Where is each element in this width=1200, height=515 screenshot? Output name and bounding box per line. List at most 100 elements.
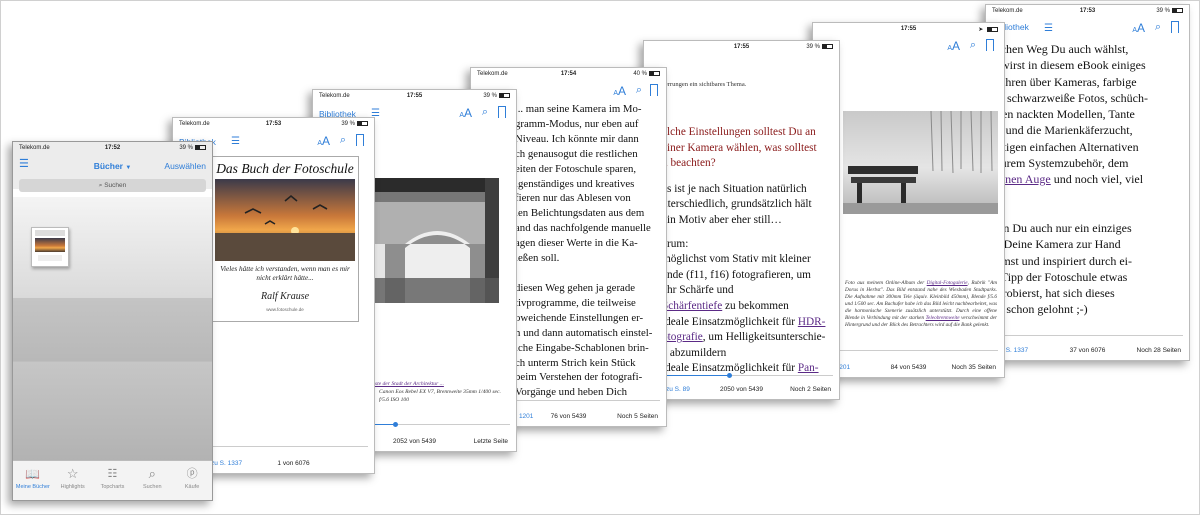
tab-my-books[interactable]: 📖 Meine Bücher (13, 461, 53, 500)
text-line: nterschiedlich, grundsätzlich hält (662, 198, 812, 211)
battery: 39 % (483, 93, 510, 99)
font-size-icon[interactable]: AA (459, 106, 472, 120)
tab-label: Topcharts (100, 484, 125, 490)
tab-bar: 📖 Meine Bücher ☆ Highlights ☷ Topcharts … (13, 460, 212, 500)
ibooks-library: Telekom.de 17:52 39 % ☰ Bücher ▼ Auswähl… (12, 141, 213, 501)
text-line: enn Du auch nur ein einziges (992, 220, 1132, 235)
tab-highlights[interactable]: ☆ Highlights (53, 461, 93, 500)
status-bar: 17:55 ➤ (813, 23, 1004, 37)
question-line: u beachten? (662, 157, 716, 170)
text-line: rfahren über Kameras, farbige (992, 74, 1137, 89)
bookmark-icon[interactable] (986, 39, 994, 54)
search-icon[interactable]: ⌕ (482, 106, 488, 119)
text-line: diesen Weg gehen ja gerade (515, 281, 636, 294)
previous-line: zerrungen ein sichtbares Thema. (662, 81, 747, 88)
tab-purchases[interactable]: ⓟ Käufe (172, 461, 212, 500)
battery: 39 % (1156, 8, 1183, 14)
pages-remaining: Noch 2 Seiten (790, 386, 831, 393)
battery-level: 39 % (1156, 8, 1170, 15)
tab-label: Suchen (142, 484, 162, 490)
hdr-link-cont[interactable]: otografie (662, 331, 703, 343)
bookshelf (13, 197, 212, 462)
tele-link[interactable]: Teleobrennweite (926, 315, 960, 321)
search-icon[interactable]: ⌕ (340, 134, 346, 147)
text-line: rnen nackten Modellen, Tante (992, 107, 1135, 122)
font-size-icon[interactable]: AA (947, 39, 960, 53)
question-line: einer Kamera wählen, was solltest (662, 141, 817, 154)
bookmark-icon[interactable] (650, 84, 658, 99)
ruin-photo (375, 178, 499, 303)
page-scrubber[interactable] (819, 350, 998, 351)
search-icon: ⌕ (98, 182, 103, 189)
bench-photo (843, 111, 998, 214)
page-scrubber[interactable] (207, 446, 368, 447)
text-line: and das nachfolgende manuelle (515, 222, 651, 235)
caption-link[interactable]: Reste der Stadt der Architektur ... (369, 380, 509, 388)
text-line: u wirst in diesem eBook einiges (992, 58, 1146, 73)
list-icon: ☷ (107, 468, 118, 480)
search-icon[interactable]: ⌕ (1155, 21, 1161, 34)
gallery-link[interactable]: Digital-Fotogalerie (927, 280, 968, 286)
book-open-icon: 📖 (25, 467, 41, 481)
text-line: ießen soll. (515, 252, 560, 265)
text-line: arum: (662, 237, 689, 250)
search-input[interactable]: ⌕ Suchen (19, 179, 206, 192)
book-thumbnail[interactable] (31, 227, 69, 267)
page-text: elchen Weg Du auch wählst, u wirst in di… (992, 41, 1188, 318)
text-line: nd schwarzweiße Fotos, schüch- (992, 90, 1148, 105)
text-line: len Belichtungsdaten aus dem (515, 207, 645, 220)
status-bar: Telekom.de 17:55 39 % (313, 90, 516, 104)
photo-caption: Foto aus meinem Online-Album der Digital… (845, 280, 997, 329)
text-line: ehr Schärfe und (662, 284, 734, 297)
pages-remaining: Noch 5 Seiten (617, 413, 658, 420)
schaerfentiefe-link[interactable]: Schärfentiefe (662, 300, 722, 312)
text-line: ch schon gelohnt ;-) (992, 302, 1088, 317)
toc-icon[interactable]: ☰ (231, 137, 240, 147)
bookmark-icon[interactable] (1171, 21, 1179, 36)
pages-remaining: Letzte Seite (473, 438, 508, 445)
tab-topcharts[interactable]: ☷ Topcharts (93, 461, 133, 500)
sunset-photo (215, 179, 355, 261)
text-line: al Deine Kamera zur Hand (992, 237, 1121, 252)
text-line: elchen Weg Du auch wählst, (992, 42, 1129, 56)
clock: 17:55 (900, 26, 917, 32)
tab-label: Käufe (184, 484, 200, 490)
page-scrubber[interactable] (650, 373, 833, 378)
select-button[interactable]: Auswählen (164, 161, 206, 171)
battery-level: 40 % (633, 71, 647, 78)
text-fragment: , um Helligkeitsunterschie- (702, 331, 826, 344)
page-scrubber[interactable] (992, 335, 1183, 336)
text-line: ch unterm Strich kein Stück (515, 356, 636, 369)
bookmark-icon[interactable] (356, 134, 364, 149)
panorama-link[interactable]: Pan- (798, 362, 819, 374)
toc-icon[interactable]: ☰ (1044, 24, 1053, 34)
sunset-illustration (215, 179, 355, 261)
font-size-icon[interactable]: AA (317, 134, 330, 148)
font-size-icon[interactable]: AA (613, 84, 626, 98)
bookmark-icon[interactable] (498, 106, 506, 121)
text-line: Schärfentiefe zu bekommen (662, 299, 839, 315)
text-fragment: zu bekommen (722, 299, 789, 312)
collection-title: Bücher (93, 161, 123, 171)
status-bar: Telekom.de 17:53 39 % (173, 118, 374, 132)
battery-icon (822, 44, 833, 49)
tab-search[interactable]: ⌕ Suchen (132, 461, 172, 500)
search-icon[interactable]: ⌕ (636, 84, 642, 97)
text-line: tivprogramme, die teilweise (515, 296, 636, 309)
hdr-link[interactable]: HDR- (798, 316, 826, 328)
star-icon: ☆ (66, 466, 79, 481)
reader-page-5: 17:55 39 % zerrungen ein sichtbares Them… (643, 40, 840, 400)
text-line: n Tipp der Fotoschule etwas (992, 269, 1128, 284)
text-line: as ist je nach Situation natürlich (662, 182, 807, 195)
search-icon[interactable]: ⌕ (970, 39, 976, 52)
reader-page-7: Telekom.de 17:53 39 % Bibliothek ☰ AA ⌕ … (985, 4, 1190, 361)
caption-text: Canon Eos Rebel EX V7, Brennweite 35mm 1… (379, 389, 501, 403)
font-size-icon[interactable]: AA (1132, 21, 1145, 35)
text-line: gramm-Modus, nur eben auf (515, 117, 639, 130)
page-position: 1 von 6076 (277, 460, 310, 467)
tab-label: Highlights (60, 484, 85, 490)
text-line: möglichst vom Stativ mit kleiner (662, 253, 811, 266)
text-line: hr. (992, 188, 1188, 204)
text-line: e abzumildern (662, 346, 727, 359)
